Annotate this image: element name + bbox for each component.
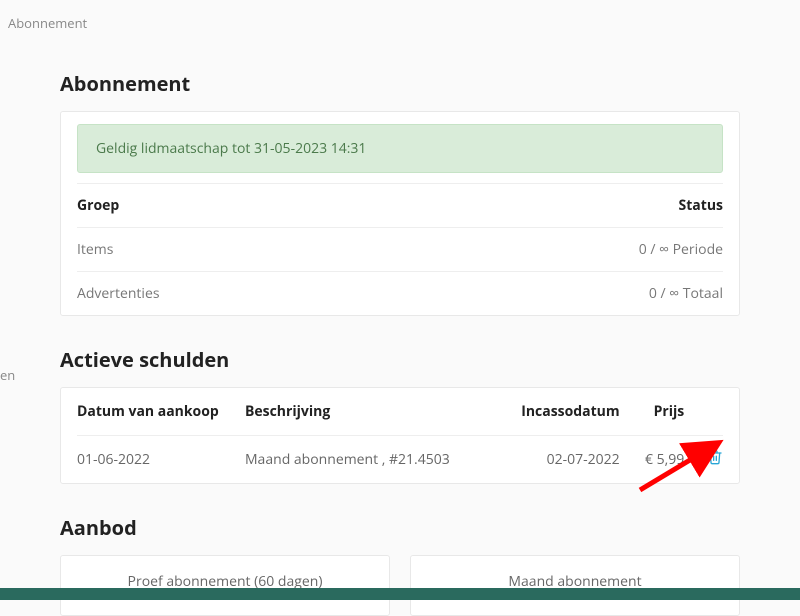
cell-status: 0 / ∞ Periode [397,228,723,272]
cell-price: € 5,99 [620,436,685,484]
cell-group: Items [77,228,397,272]
section-heading-debts: Actieve schulden [60,346,740,373]
table-row: 01-06-2022 Maand abonnement , #21.4503 0… [77,436,723,484]
breadcrumb[interactable]: Abonnement [0,0,800,46]
section-heading-abonnement: Abonnement [60,70,740,97]
th-group: Groep [77,184,397,228]
abonnement-card: Geldig lidmaatschap tot 31-05-2023 14:31… [60,111,740,316]
cell-group: Advertenties [77,272,397,316]
section-heading-offers: Aanbod [60,514,740,541]
th-actions [684,388,723,436]
cell-purchase-date: 01-06-2022 [77,436,245,484]
footer-band [0,588,800,600]
cell-status: 0 / ∞ Totaal [397,272,723,316]
cell-collection-date: 02-07-2022 [503,436,619,484]
delete-debt-button[interactable] [707,448,723,466]
table-header-row: Datum van aankoop Beschrijving Incassoda… [77,388,723,436]
debts-card: Datum van aankoop Beschrijving Incassoda… [60,387,740,484]
th-price: Prijs [620,388,685,436]
main-content: Abonnement Geldig lidmaatschap tot 31-05… [0,70,800,616]
abonnement-status-table: Groep Status Items 0 / ∞ Periode Adverte… [77,183,723,315]
offer-monthly[interactable]: Maand abonnement [410,555,740,616]
offer-trial[interactable]: Proef abonnement (60 dagen) [60,555,390,616]
trash-icon [707,448,723,466]
debts-table: Datum van aankoop Beschrijving Incassoda… [77,388,723,483]
th-collection-date: Incassodatum [503,388,619,436]
membership-valid-alert: Geldig lidmaatschap tot 31-05-2023 14:31 [77,124,723,173]
th-purchase-date: Datum van aankoop [77,388,245,436]
th-status: Status [397,184,723,228]
offers-row: Proef abonnement (60 dagen) Maand abonne… [60,555,740,616]
cell-description: Maand abonnement , #21.4503 [245,436,503,484]
th-description: Beschrijving [245,388,503,436]
truncated-nav-text: en [0,366,15,384]
table-row: Advertenties 0 / ∞ Totaal [77,272,723,316]
table-row: Items 0 / ∞ Periode [77,228,723,272]
table-header-row: Groep Status [77,184,723,228]
